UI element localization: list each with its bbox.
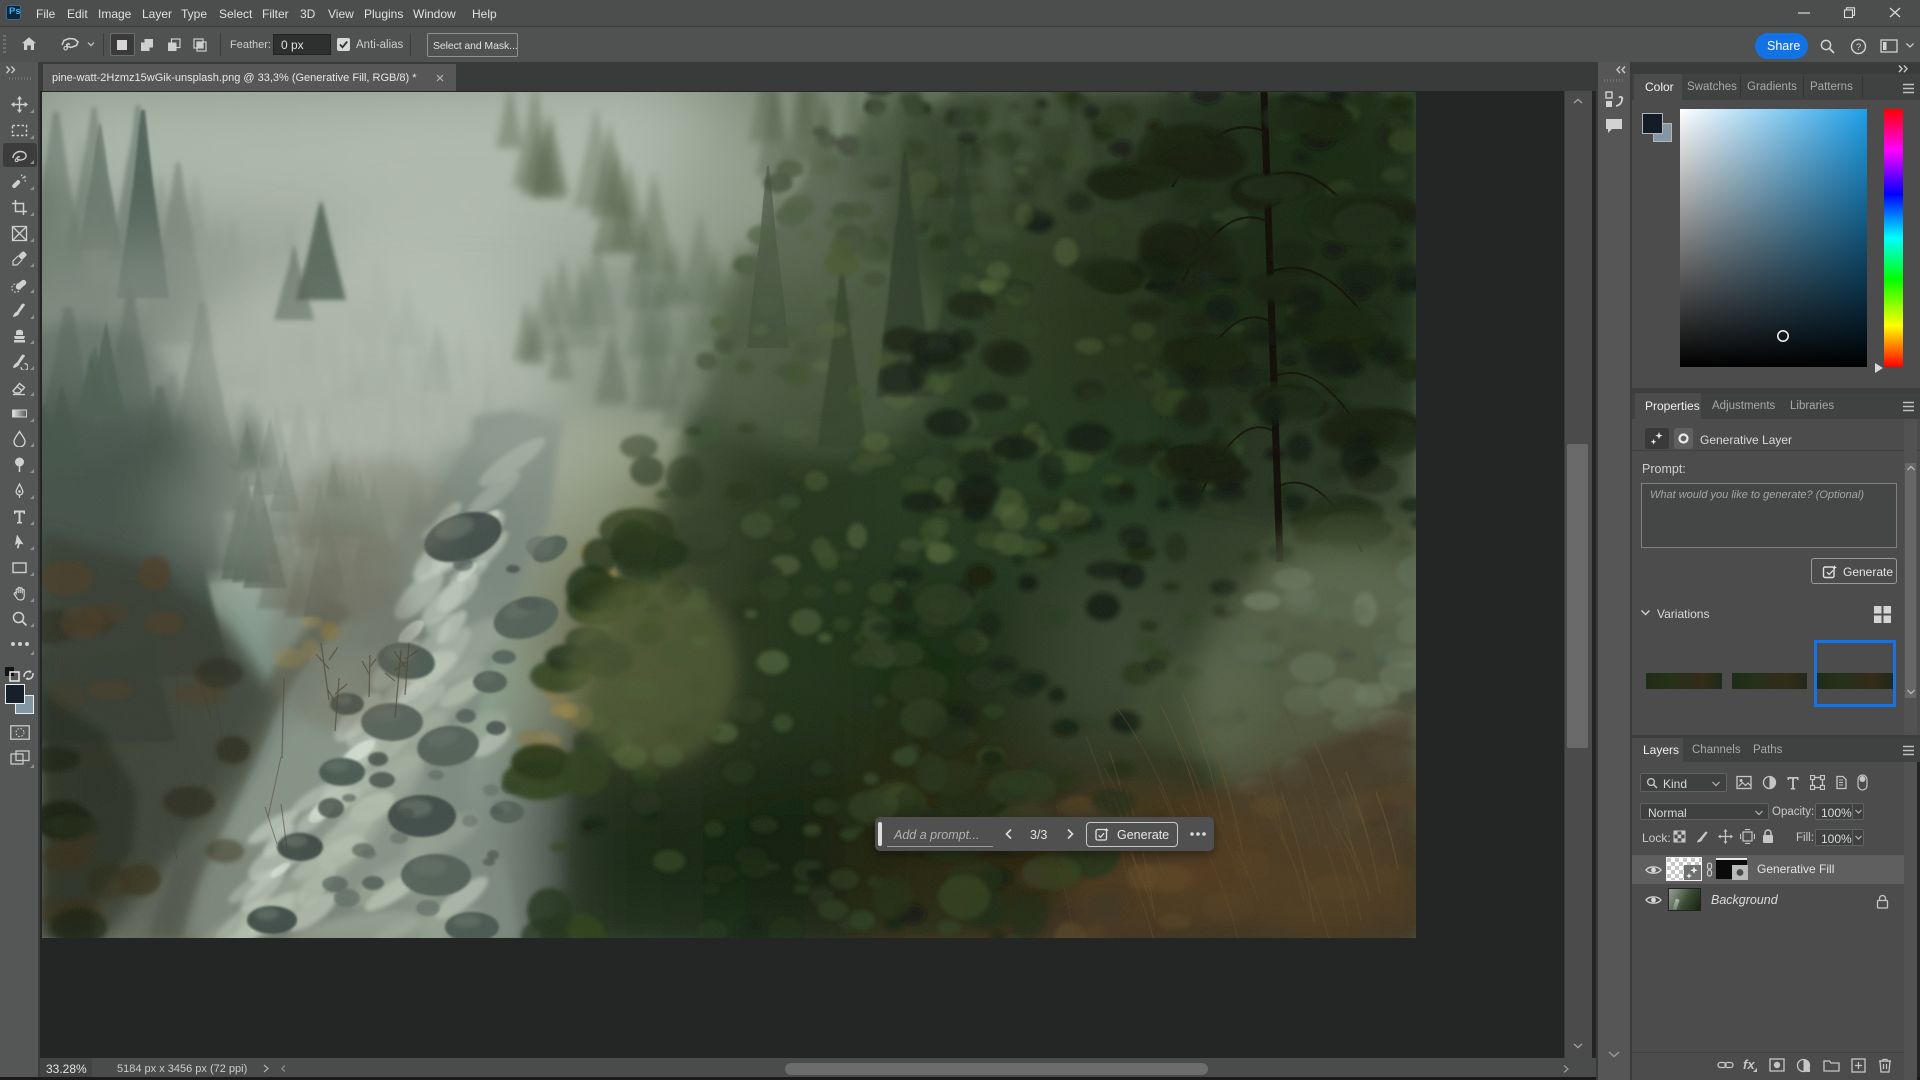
- svg-text:?: ?: [1856, 42, 1861, 53]
